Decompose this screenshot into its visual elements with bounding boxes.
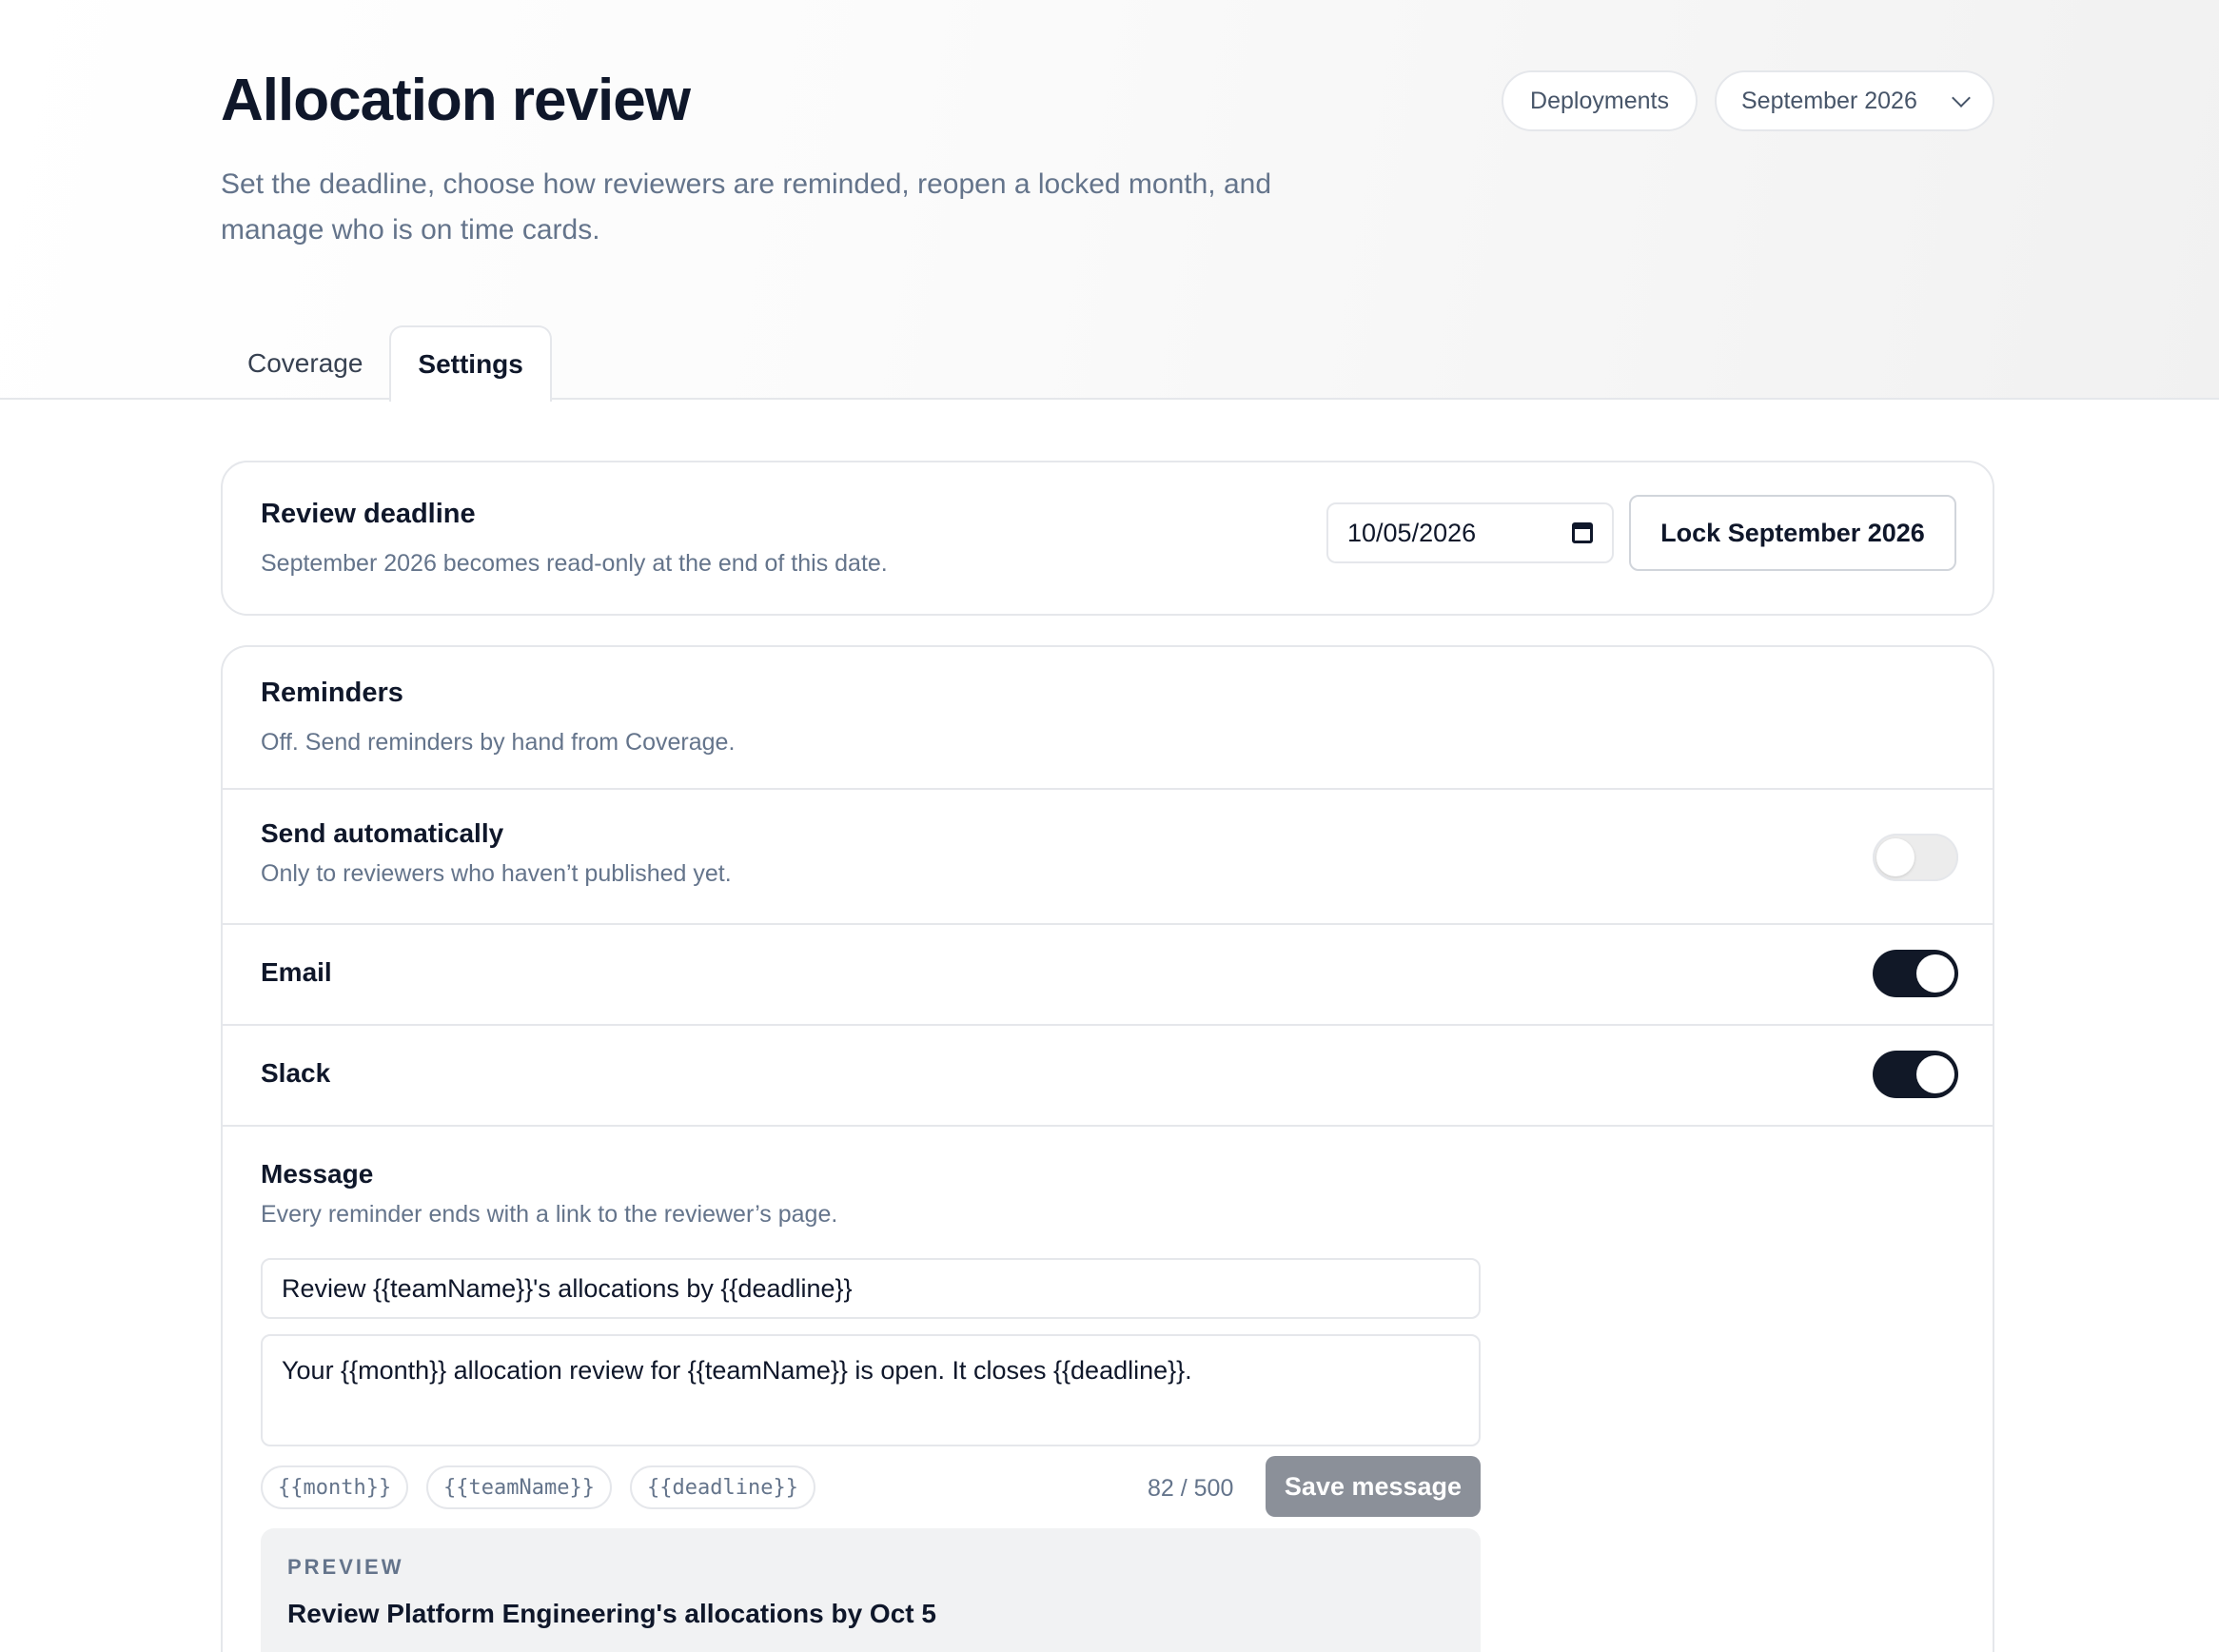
deadline-description: September 2026 becomes read-only at the … xyxy=(261,550,888,577)
tab-label: Coverage xyxy=(247,348,363,378)
email-toggle[interactable] xyxy=(1873,950,1958,997)
variable-chip-label: {{month}} xyxy=(278,1475,392,1500)
variable-chip-month[interactable]: {{month}} xyxy=(261,1465,409,1509)
reminders-title: Reminders xyxy=(261,678,403,708)
preview-label: PREVIEW xyxy=(287,1555,404,1579)
deadline-date-input[interactable]: 10/05/2026 xyxy=(1326,502,1614,563)
message-subject-value: Review {{teamName}}'s allocations by {{d… xyxy=(282,1273,853,1303)
deadline-title: Review deadline xyxy=(261,499,476,529)
message-body-value: Your {{month}} allocation review for {{t… xyxy=(282,1356,1192,1385)
review-deadline-card: Review deadline September 2026 becomes r… xyxy=(221,461,1994,616)
save-message-button[interactable]: Save message xyxy=(1266,1456,1481,1517)
send-automatically-label: Send automatically xyxy=(261,818,504,848)
page-subtitle: Set the deadline, choose how reviewers a… xyxy=(221,168,1272,246)
page-title: Allocation review xyxy=(221,68,691,133)
tab-bar: Coverage Settings xyxy=(221,325,552,402)
lock-month-label: Lock September 2026 xyxy=(1660,518,1925,547)
reminders-card: Reminders Off. Send reminders by hand fr… xyxy=(221,645,1994,1652)
toggle-knob xyxy=(1876,838,1915,876)
reminders-status: Off. Send reminders by hand from Coverag… xyxy=(261,729,736,756)
save-message-label: Save message xyxy=(1284,1471,1463,1501)
variable-chip-teamname[interactable]: {{teamName}} xyxy=(426,1465,612,1509)
chevron-down-icon xyxy=(1952,88,1971,108)
send-automatically-description: Only to reviewers who haven’t published … xyxy=(261,860,732,887)
deployments-label: Deployments xyxy=(1530,87,1669,114)
message-body-textarea[interactable]: Your {{month}} allocation review for {{t… xyxy=(261,1334,1481,1446)
toggle-knob xyxy=(1916,954,1954,993)
message-section: Message Every reminder ends with a link … xyxy=(223,1125,1993,1652)
variable-chip-deadline[interactable]: {{deadline}} xyxy=(630,1465,815,1509)
variable-chip-label: {{teamName}} xyxy=(443,1475,595,1500)
slack-toggle[interactable] xyxy=(1873,1051,1958,1098)
slack-row: Slack xyxy=(223,1024,1993,1125)
tab-coverage[interactable]: Coverage xyxy=(221,325,389,402)
toggle-knob xyxy=(1916,1055,1954,1093)
month-selector-value: September 2026 xyxy=(1741,87,1917,114)
lock-month-button[interactable]: Lock September 2026 xyxy=(1629,495,1956,571)
variable-chip-label: {{deadline}} xyxy=(647,1475,798,1500)
deadline-date-value: 10/05/2026 xyxy=(1347,518,1477,547)
deployments-button[interactable]: Deployments xyxy=(1502,70,1698,131)
email-label: Email xyxy=(261,957,332,987)
preview-subject: Review Platform Engineering's allocation… xyxy=(287,1599,936,1628)
page-header: Allocation review Set the deadline, choo… xyxy=(0,0,2219,402)
send-automatically-toggle[interactable] xyxy=(1873,834,1958,881)
message-preview: PREVIEW Review Platform Engineering's al… xyxy=(261,1528,1481,1652)
calendar-icon[interactable] xyxy=(1572,522,1593,543)
tab-settings[interactable]: Settings xyxy=(389,325,552,402)
email-row: Email xyxy=(223,923,1993,1024)
slack-label: Slack xyxy=(261,1058,331,1088)
tab-label: Settings xyxy=(418,349,523,379)
character-counter: 82 / 500 xyxy=(1148,1475,1234,1502)
message-subject-input[interactable]: Review {{teamName}}'s allocations by {{d… xyxy=(261,1258,1481,1319)
month-selector[interactable]: September 2026 xyxy=(1715,70,1994,131)
message-description: Every reminder ends with a link to the r… xyxy=(261,1201,838,1228)
message-label: Message xyxy=(261,1159,374,1189)
send-automatically-row: Send automatically Only to reviewers who… xyxy=(223,788,1993,923)
